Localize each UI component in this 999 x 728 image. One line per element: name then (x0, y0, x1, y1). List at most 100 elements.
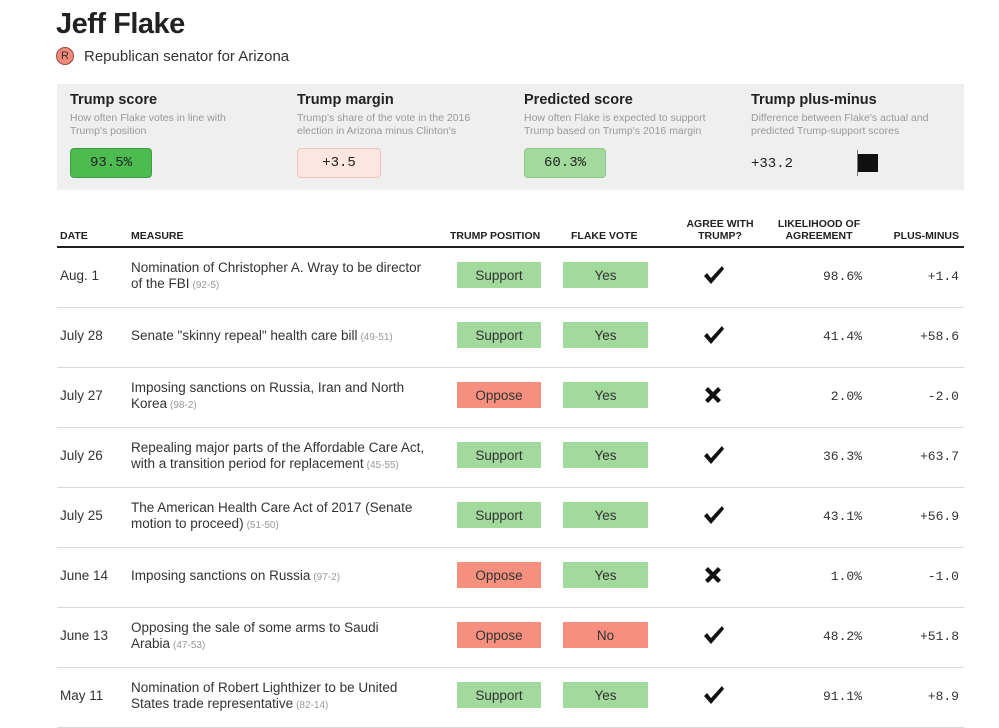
row-likelihood: 41.4% (822, 329, 862, 344)
row-measure: Repealing major parts of the Affordable … (131, 440, 436, 474)
col-likelihood: LIKELIHOOD OF AGREEMENT (769, 218, 869, 242)
col-agree-line2: TRUMP? (698, 230, 742, 242)
row-vote-count: (45-55) (366, 460, 399, 471)
col-likelihood-line1: LIKELIHOOD OF (777, 218, 861, 230)
col-date: DATE (60, 230, 88, 242)
row-trump-position: Support (457, 442, 541, 468)
row-measure-text: Opposing the sale of some arms to Saudi … (131, 620, 379, 651)
row-flake-vote: Yes (563, 322, 648, 348)
party-badge: R (56, 47, 74, 65)
row-likelihood: 98.6% (822, 269, 862, 284)
trump-margin-block: Trump margin Trump's share of the vote i… (297, 92, 487, 138)
row-trump-position: Support (457, 322, 541, 348)
check-icon (703, 685, 731, 711)
row-likelihood: 43.1% (822, 509, 862, 524)
row-plus-minus: -2.0 (927, 389, 959, 404)
row-flake-vote: Yes (563, 382, 648, 408)
check-icon (703, 445, 731, 471)
trump-score-block: Trump score How often Flake votes in lin… (70, 92, 260, 138)
row-date: July 25 (60, 508, 103, 523)
row-measure: Opposing the sale of some arms to Saudi … (131, 620, 436, 654)
table-row: July 25 The American Health Care Act of 2… (57, 487, 964, 548)
plus-minus-title: Trump plus-minus (751, 92, 877, 108)
page-subtitle: Republican senator for Arizona (84, 47, 290, 65)
row-trump-position: Oppose (457, 562, 541, 588)
row-measure: Imposing sanctions on Russia (97-2) (131, 568, 436, 586)
cross-icon (703, 385, 731, 411)
row-measure: Nomination of Robert Lighthizer to be Un… (131, 680, 436, 714)
row-likelihood: 48.2% (822, 629, 862, 644)
row-vote-count: (47-53) (173, 640, 206, 651)
col-agree-line1: AGREE WITH (686, 218, 754, 230)
row-date: July 26 (60, 448, 103, 463)
table-row: May 11 Nomination of Robert Lighthizer to… (57, 667, 964, 728)
plus-minus-description: Difference between Flake's actual and pr… (751, 112, 929, 137)
plus-minus-value: +33.2 (751, 156, 794, 172)
row-plus-minus: +56.9 (919, 509, 959, 524)
plus-minus-bar (858, 154, 878, 172)
predicted-score-description: How often Flake is expected to support T… (524, 112, 706, 137)
predicted-score-value: 60.3% (524, 148, 606, 178)
trump-margin-title: Trump margin (297, 92, 394, 108)
row-plus-minus: +1.4 (927, 269, 959, 284)
col-trump-position: TRUMP POSITION (450, 230, 541, 242)
row-measure-text: Nomination of Robert Lighthizer to be Un… (131, 680, 398, 711)
row-date: Aug. 1 (60, 268, 100, 283)
row-flake-vote: Yes (563, 502, 648, 528)
row-plus-minus: -1.0 (927, 569, 959, 584)
col-measure: MEASURE (131, 230, 184, 242)
row-date: July 27 (60, 388, 103, 403)
plus-minus-block: Trump plus-minus Difference between Flak… (751, 92, 956, 138)
table-row: Aug. 1 Nomination of Christopher A. Wray … (57, 247, 964, 308)
row-measure-text: Senate "skinny repeal" health care bill (131, 328, 358, 343)
row-plus-minus: +8.9 (927, 689, 959, 704)
predicted-score-title: Predicted score (524, 92, 633, 108)
col-likelihood-line2: AGREEMENT (785, 230, 853, 242)
row-vote-count: (82-14) (296, 700, 329, 711)
row-vote-count: (98-2) (170, 400, 197, 411)
col-agree: AGREE WITH TRUMP? (679, 218, 761, 242)
party-row: R Republican senator for Arizona (56, 44, 289, 68)
trump-score-title: Trump score (70, 92, 158, 108)
row-trump-position: Oppose (457, 622, 541, 648)
check-icon (703, 265, 731, 291)
table-row: June 14 Imposing sanctions on Russia (97-2… (57, 547, 964, 608)
row-date: May 11 (60, 688, 104, 703)
senator-page: Jeff Flake R Republican senator for Ariz… (0, 0, 999, 728)
row-flake-vote: Yes (563, 562, 648, 588)
table-row: July 27 Imposing sanctions on Russia, Ira… (57, 367, 964, 428)
row-plus-minus: +58.6 (919, 329, 959, 344)
row-measure-text: Imposing sanctions on Russia (131, 568, 311, 583)
row-likelihood: 1.0% (830, 569, 862, 584)
row-plus-minus: +63.7 (919, 449, 959, 464)
trump-margin-description: Trump's share of the vote in the 2016 el… (297, 112, 471, 137)
trump-margin-value: +3.5 (297, 148, 381, 178)
col-flake-vote: FLAKE VOTE (571, 230, 638, 242)
table-header: DATE MEASURE TRUMP POSITION FLAKE VOTE A… (57, 210, 964, 248)
row-measure: Nomination of Christopher A. Wray to be … (131, 260, 436, 294)
row-measure: Imposing sanctions on Russia, Iran and N… (131, 380, 436, 414)
row-date: June 13 (60, 628, 109, 643)
row-vote-count: (97-2) (313, 572, 341, 583)
table-row: July 28 Senate "skinny repeal" health car… (57, 307, 964, 368)
row-plus-minus: +51.8 (919, 629, 959, 644)
check-icon (703, 625, 731, 651)
row-trump-position: Support (457, 502, 541, 528)
col-plus-minus: PLUS-MINUS (893, 230, 959, 242)
row-flake-vote: Yes (563, 262, 648, 288)
row-flake-vote: Yes (563, 442, 648, 468)
row-likelihood: 91.1% (822, 689, 862, 704)
row-trump-position: Support (457, 262, 541, 288)
predicted-score-block: Predicted score How often Flake is expec… (524, 92, 714, 138)
row-flake-vote: No (563, 622, 648, 648)
row-vote-count: (51-50) (246, 520, 279, 531)
trump-score-value: 93.5% (70, 148, 152, 178)
row-vote-count: (49-51) (360, 332, 393, 343)
row-likelihood: 2.0% (830, 389, 862, 404)
table-row: June 13 Opposing the sale of some arms to… (57, 607, 964, 668)
row-measure: The American Health Care Act of 2017 (Se… (131, 500, 436, 534)
check-icon (703, 505, 731, 531)
table-row: July 26 Repealing major parts of the Affo… (57, 427, 964, 488)
row-vote-count: (92-5) (192, 280, 220, 291)
row-trump-position: Oppose (457, 382, 541, 408)
